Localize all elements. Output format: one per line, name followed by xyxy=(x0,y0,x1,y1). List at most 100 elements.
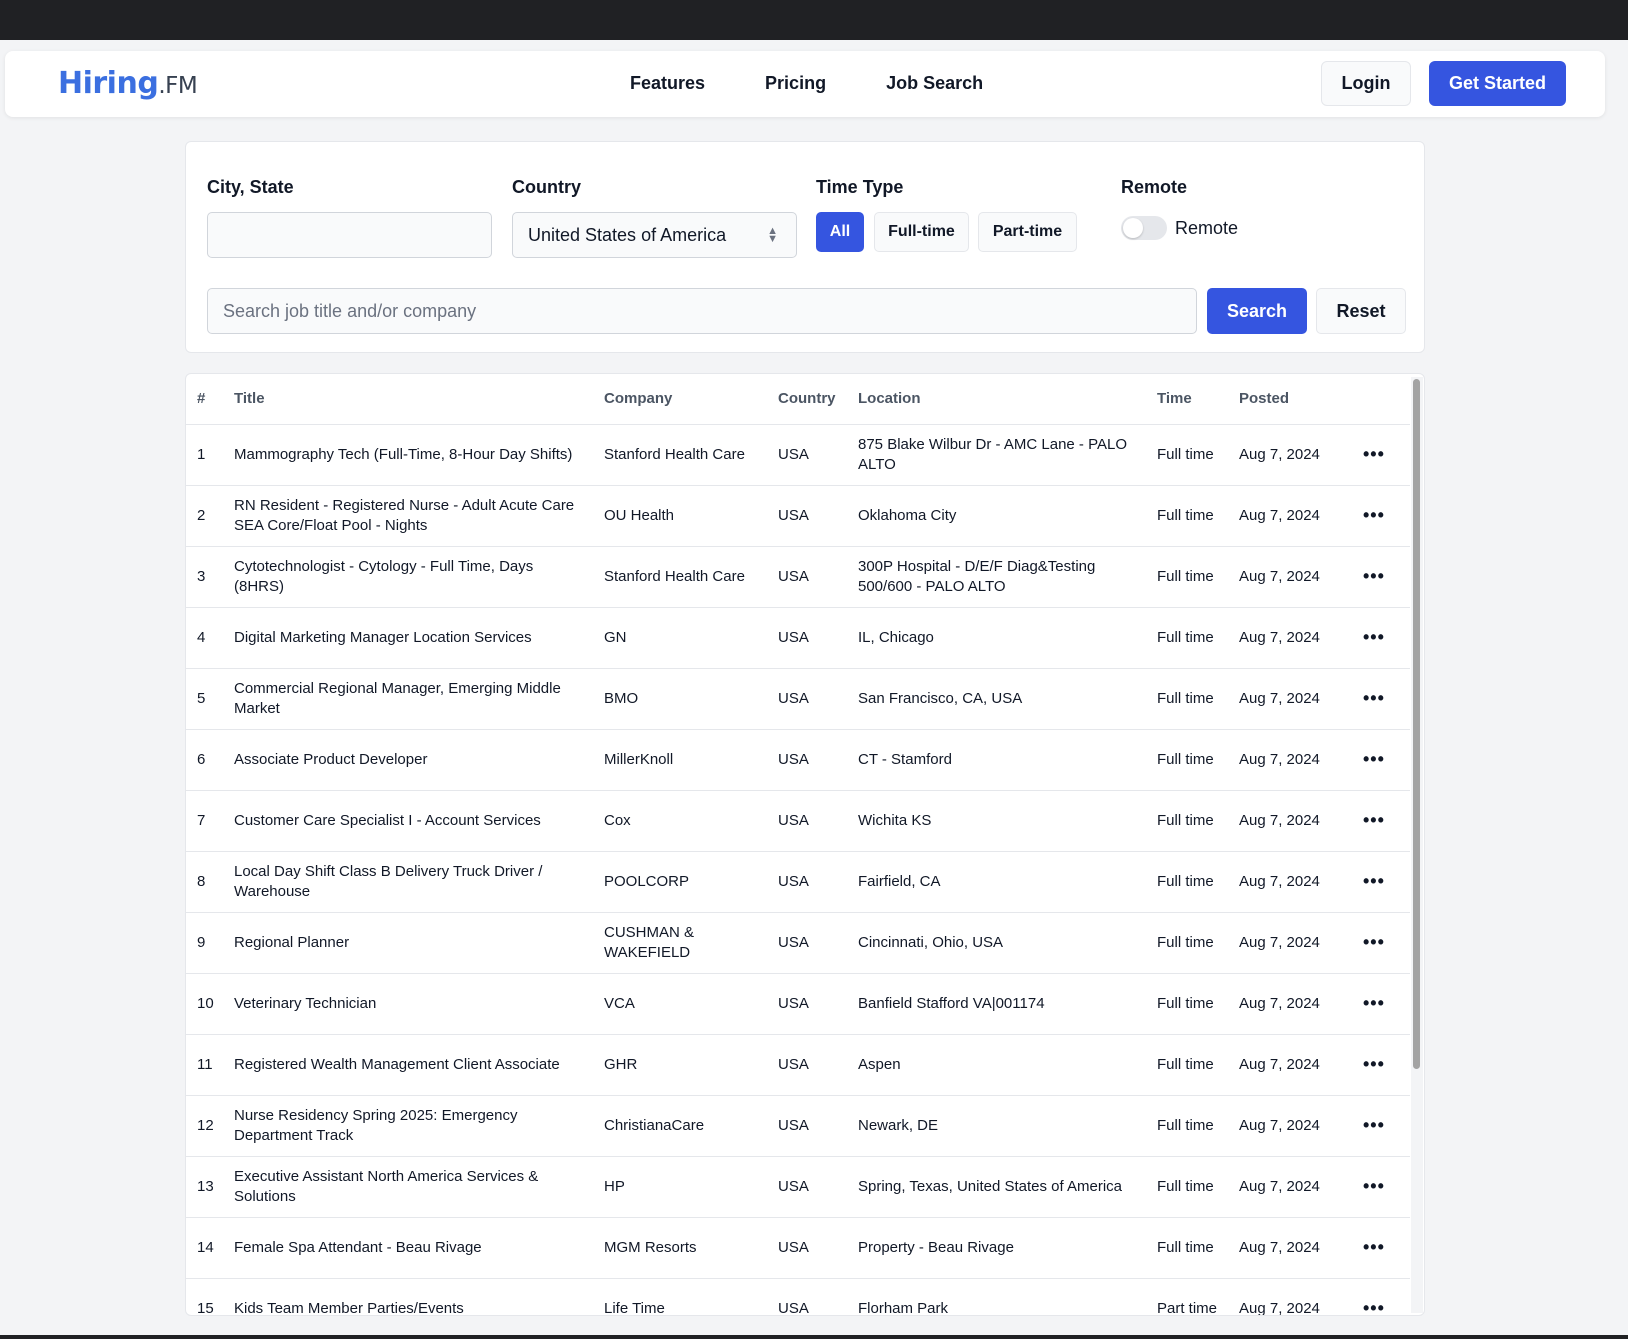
cell-actions: ••• xyxy=(1352,729,1410,791)
cell-posted-date: Aug 7, 2024 xyxy=(1228,790,1352,852)
table-row[interactable]: 6 Associate Product Developer MillerKnoll U… xyxy=(186,729,1410,791)
more-horizontal-icon[interactable]: ••• xyxy=(1363,932,1385,952)
table-row[interactable]: 12 Nurse Residency Spring 2025: Emergency… xyxy=(186,1095,1410,1157)
column-header-number: # xyxy=(186,374,223,425)
cell-actions: ••• xyxy=(1352,851,1410,913)
more-horizontal-icon[interactable]: ••• xyxy=(1363,1115,1385,1135)
time-type-part-time-button[interactable]: Part-time xyxy=(978,212,1077,252)
more-horizontal-icon[interactable]: ••• xyxy=(1363,810,1385,830)
cell-posted-date: Aug 7, 2024 xyxy=(1228,1156,1352,1218)
cell-actions: ••• xyxy=(1352,424,1410,486)
more-horizontal-icon[interactable]: ••• xyxy=(1363,871,1385,891)
more-horizontal-icon[interactable]: ••• xyxy=(1363,749,1385,769)
country-select-value: United States of America xyxy=(528,225,727,245)
table-header-row: # Title Company Country Location Time Po… xyxy=(186,374,1410,425)
remote-toggle[interactable] xyxy=(1121,216,1167,240)
table-row[interactable]: 11 Registered Wealth Management Client As… xyxy=(186,1034,1410,1096)
cell-job-title: Female Spa Attendant - Beau Rivage xyxy=(223,1217,593,1279)
cell-actions: ••• xyxy=(1352,1034,1410,1096)
more-horizontal-icon[interactable]: ••• xyxy=(1363,505,1385,525)
cell-job-title: Cytotechnologist - Cytology - Full Time,… xyxy=(223,546,593,608)
cell-posted-date: Aug 7, 2024 xyxy=(1228,729,1352,791)
table-scrollbar[interactable] xyxy=(1411,377,1423,1313)
cell-job-title: Mammography Tech (Full-Time, 8-Hour Day … xyxy=(223,424,593,486)
search-button[interactable]: Search xyxy=(1207,288,1307,334)
more-horizontal-icon[interactable]: ••• xyxy=(1363,1298,1385,1316)
job-search-input[interactable]: Search job title and/or company xyxy=(207,288,1197,334)
table-row[interactable]: 1 Mammography Tech (Full-Time, 8-Hour Day… xyxy=(186,424,1410,486)
time-type-full-time-button[interactable]: Full-time xyxy=(874,212,969,252)
more-horizontal-icon[interactable]: ••• xyxy=(1363,993,1385,1013)
table-row[interactable]: 15 Kids Team Member Parties/Events Life Ti… xyxy=(186,1278,1410,1316)
top-navigation: Hiring.FM Features Pricing Job Search Lo… xyxy=(5,51,1605,117)
cell-location: Florham Park xyxy=(847,1278,1146,1315)
nav-link-pricing[interactable]: Pricing xyxy=(765,73,826,94)
cell-company: Life Time xyxy=(593,1278,767,1315)
table-row[interactable]: 13 Executive Assistant North America Serv… xyxy=(186,1156,1410,1218)
time-type-all-button[interactable]: All xyxy=(816,212,864,252)
more-horizontal-icon[interactable]: ••• xyxy=(1363,1237,1385,1257)
more-horizontal-icon[interactable]: ••• xyxy=(1363,627,1385,647)
cell-country: USA xyxy=(767,973,847,1035)
cell-row-number: 13 xyxy=(186,1156,223,1218)
nav-link-job-search[interactable]: Job Search xyxy=(886,73,983,94)
table-row[interactable]: 10 Veterinary Technician VCA USA Banfield St… xyxy=(186,973,1410,1035)
brand-logo[interactable]: Hiring.FM xyxy=(58,66,198,101)
cell-actions: ••• xyxy=(1352,1095,1410,1157)
country-select[interactable]: United States of America ▲ ▼ xyxy=(512,212,797,258)
cell-company: MGM Resorts xyxy=(593,1217,767,1279)
cell-job-title: Kids Team Member Parties/Events xyxy=(223,1278,593,1315)
cell-posted-date: Aug 7, 2024 xyxy=(1228,607,1352,669)
cell-job-title: Nurse Residency Spring 2025: Emergency D… xyxy=(223,1095,593,1157)
table-row[interactable]: 7 Customer Care Specialist I - Account Se… xyxy=(186,790,1410,852)
more-horizontal-icon[interactable]: ••• xyxy=(1363,688,1385,708)
cell-job-title: RN Resident - Registered Nurse - Adult A… xyxy=(223,485,593,547)
login-button[interactable]: Login xyxy=(1321,61,1411,106)
nav-links: Features Pricing Job Search xyxy=(630,73,983,94)
more-horizontal-icon[interactable]: ••• xyxy=(1363,444,1385,464)
cell-company: CUSHMAN & WAKEFIELD xyxy=(593,912,767,974)
reset-button[interactable]: Reset xyxy=(1316,288,1406,334)
table-row[interactable]: 5 Commercial Regional Manager, Emerging M… xyxy=(186,668,1410,730)
cell-job-title: Customer Care Specialist I - Account Ser… xyxy=(223,790,593,852)
table-row[interactable]: 4 Digital Marketing Manager Location Serv… xyxy=(186,607,1410,669)
cell-actions: ••• xyxy=(1352,546,1410,608)
cell-job-title: Registered Wealth Management Client Asso… xyxy=(223,1034,593,1096)
more-horizontal-icon[interactable]: ••• xyxy=(1363,1176,1385,1196)
remote-toggle-knob xyxy=(1123,218,1143,238)
cell-company: GHR xyxy=(593,1034,767,1096)
cell-company: MillerKnoll xyxy=(593,729,767,791)
nav-link-features[interactable]: Features xyxy=(630,73,705,94)
cell-country: USA xyxy=(767,1278,847,1315)
cell-country: USA xyxy=(767,607,847,669)
cell-posted-date: Aug 7, 2024 xyxy=(1228,912,1352,974)
get-started-button[interactable]: Get Started xyxy=(1429,61,1566,106)
cell-country: USA xyxy=(767,485,847,547)
cell-company: Stanford Health Care xyxy=(593,424,767,486)
table-row[interactable]: 3 Cytotechnologist - Cytology - Full Time… xyxy=(186,546,1410,608)
cell-country: USA xyxy=(767,729,847,791)
table-row[interactable]: 2 RN Resident - Registered Nurse - Adult … xyxy=(186,485,1410,547)
more-horizontal-icon[interactable]: ••• xyxy=(1363,566,1385,586)
table-row[interactable]: 9 Regional Planner CUSHMAN & WAKEFIELD USA C… xyxy=(186,912,1410,974)
cell-job-title: Local Day Shift Class B Delivery Truck D… xyxy=(223,851,593,913)
cell-row-number: 11 xyxy=(186,1034,223,1096)
cell-actions: ••• xyxy=(1352,1278,1410,1316)
more-horizontal-icon[interactable]: ••• xyxy=(1363,1054,1385,1074)
table-row[interactable]: 8 Local Day Shift Class B Delivery Truck … xyxy=(186,851,1410,913)
cell-company: POOLCORP xyxy=(593,851,767,913)
cell-actions: ••• xyxy=(1352,790,1410,852)
cell-country: USA xyxy=(767,546,847,608)
cell-location: IL, Chicago xyxy=(847,607,1146,669)
table-row[interactable]: 14 Female Spa Attendant - Beau Rivage MGM … xyxy=(186,1217,1410,1279)
cell-row-number: 4 xyxy=(186,607,223,669)
cell-company: HP xyxy=(593,1156,767,1218)
cell-country: USA xyxy=(767,912,847,974)
cell-location: Cincinnati, Ohio, USA xyxy=(847,912,1146,974)
remote-label: Remote xyxy=(1121,177,1188,197)
cell-posted-date: Aug 7, 2024 xyxy=(1228,668,1352,730)
cell-time-type: Full time xyxy=(1146,973,1228,1035)
column-header-time: Time xyxy=(1146,374,1228,425)
table-scrollbar-thumb[interactable] xyxy=(1413,379,1420,1069)
city-state-input[interactable] xyxy=(207,212,492,258)
